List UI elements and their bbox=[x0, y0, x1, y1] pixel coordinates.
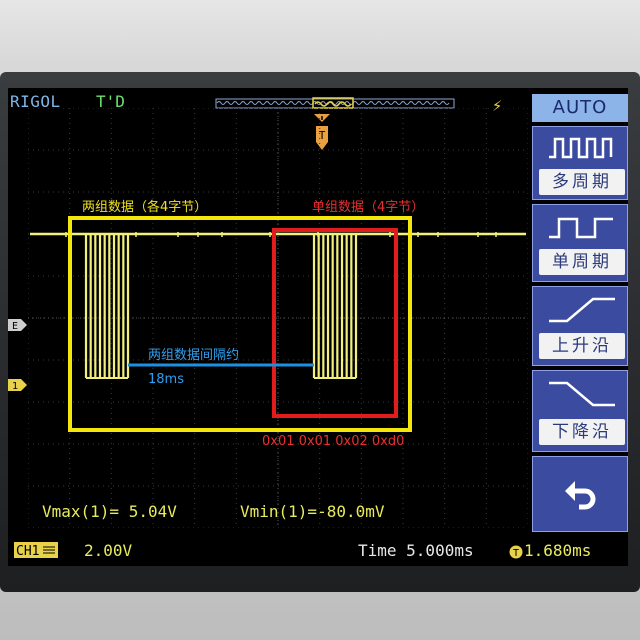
vmax-readout: Vmax(1)= 5.04V bbox=[42, 502, 177, 521]
waveform-display bbox=[30, 216, 526, 432]
trigger-level-marker: E bbox=[8, 319, 27, 332]
vmin-readout: Vmin(1)=-80.0mV bbox=[240, 502, 385, 521]
status-bar: CH1 2.00V Time 5.000ms T 1.680ms bbox=[8, 536, 628, 566]
volts-per-div[interactable]: 2.00V bbox=[84, 541, 132, 560]
interval-value: 18ms bbox=[148, 372, 184, 387]
menu-item-falling-edge[interactable]: 下降沿 bbox=[532, 370, 628, 452]
rising-edge-icon bbox=[549, 297, 615, 323]
menu-item-rising-edge[interactable]: 上升沿 bbox=[532, 286, 628, 366]
interval-label: 两组数据间隔约 bbox=[148, 348, 240, 363]
falling-edge-icon bbox=[549, 381, 615, 407]
menu-item-label: 多周期 bbox=[539, 169, 625, 195]
menu-item-multi-period[interactable]: 多周期 bbox=[532, 126, 628, 200]
yellow-annotation-box bbox=[68, 216, 412, 432]
red-box-label: 单组数据（4字节） bbox=[312, 200, 425, 215]
soft-key-menu: AUTO 多周期 单周期 上升沿 下降沿 bbox=[528, 88, 628, 536]
undo-arrow-icon bbox=[565, 481, 596, 510]
bytes-label: 0x01 0x01 0x02 0xd0 bbox=[262, 434, 405, 449]
red-annotation-box bbox=[272, 228, 398, 418]
single-period-pulse-icon bbox=[549, 217, 613, 239]
oscilloscope-screen: RIGOL T'D ⚡ T E 1 Vmax(1)= 5.04V Vmin(1)… bbox=[8, 88, 628, 566]
menu-item-single-period[interactable]: 单周期 bbox=[532, 204, 628, 282]
multi-period-pulse-icon bbox=[549, 137, 613, 159]
menu-item-label: 单周期 bbox=[539, 249, 625, 275]
menu-item-label: 上升沿 bbox=[539, 333, 625, 359]
channel1-badge[interactable]: CH1 bbox=[14, 542, 58, 558]
menu-item-label: 下降沿 bbox=[539, 419, 625, 445]
trigger-level-letter: E bbox=[12, 321, 18, 332]
svg-text:T: T bbox=[513, 548, 519, 559]
measurement-bar: Vmax(1)= 5.04V Vmin(1)=-80.0mV bbox=[8, 488, 528, 528]
svg-text:CH1: CH1 bbox=[16, 544, 39, 558]
channel1-letter: 1 bbox=[12, 381, 18, 392]
auto-button[interactable]: AUTO bbox=[532, 94, 628, 122]
trigger-position-icon: T bbox=[509, 545, 523, 559]
timebase-readout[interactable]: Time 5.000ms bbox=[358, 541, 474, 560]
channel1-ground-marker: 1 bbox=[8, 379, 27, 392]
yellow-box-label: 两组数据（各4字节） bbox=[82, 200, 208, 215]
trigger-offset-readout[interactable]: 1.680ms bbox=[524, 541, 591, 560]
undo-button[interactable] bbox=[532, 456, 628, 532]
